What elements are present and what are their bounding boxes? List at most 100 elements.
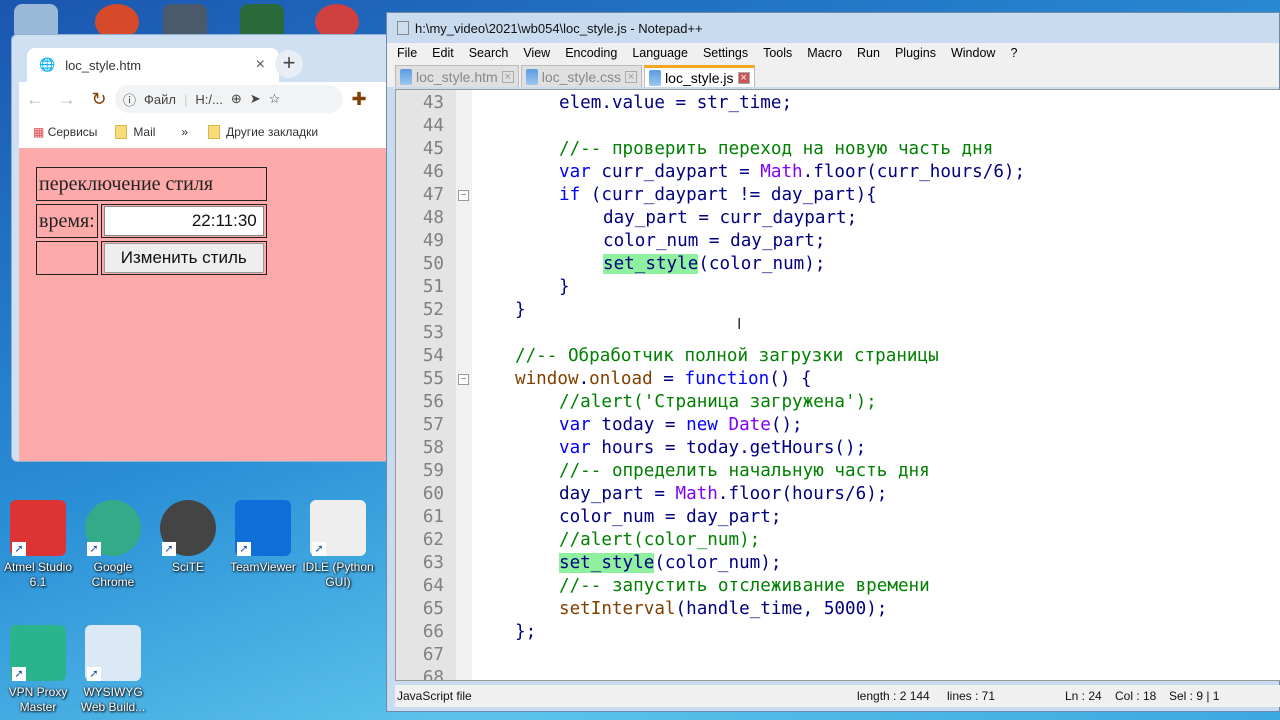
bookmark-other[interactable]: Другие закладки: [208, 125, 318, 140]
line-number: 65: [422, 599, 444, 619]
code-token: elem.value = str_time;: [559, 93, 793, 113]
code-token: .floor(hours/: [717, 484, 856, 504]
desktop-icon-label: IDLE (Python GUI): [302, 560, 374, 589]
line-number: 63: [422, 553, 444, 573]
file-tab[interactable]: loc_style.js ×: [644, 65, 755, 87]
bookmark-mail[interactable]: Mail: [115, 125, 155, 140]
tab-title: loc_style.htm: [65, 57, 142, 73]
menu-item[interactable]: Language: [632, 46, 688, 60]
menu-item[interactable]: ?: [1010, 46, 1017, 60]
globe-icon: 🌐: [39, 57, 56, 72]
bookmark-label: Другие закладки: [226, 124, 319, 139]
code-token: Math: [760, 162, 803, 182]
menu-item[interactable]: Search: [469, 46, 509, 60]
line-number: 60: [422, 484, 444, 504]
back-icon[interactable]: ←: [19, 89, 51, 110]
folder-icon: [208, 125, 221, 140]
file-tab[interactable]: loc_style.css ×: [520, 65, 643, 87]
menu-item[interactable]: Edit: [432, 46, 454, 60]
code-token: set_style: [603, 254, 699, 274]
code-line: 66};: [396, 621, 1276, 644]
shortcut-arrow-icon: ➚: [87, 667, 101, 681]
bookmark-apps[interactable]: ▦ Сервисы: [33, 125, 97, 139]
desktop-icon-label: WYSIWYG Web Build...: [80, 685, 146, 714]
menu-item[interactable]: Window: [951, 46, 995, 60]
bookmarks-overflow[interactable]: »: [181, 125, 188, 139]
fold-toggle-icon[interactable]: −: [458, 374, 469, 385]
fold-toggle-icon[interactable]: −: [458, 190, 469, 201]
new-tab-button[interactable]: +: [275, 50, 303, 78]
code-line: 63 set_style(color_num);: [396, 552, 1276, 575]
code-token: new: [686, 415, 718, 435]
desktop-icon[interactable]: ➚ SciTE: [150, 500, 226, 575]
close-tab-icon[interactable]: ×: [737, 71, 750, 84]
app-icon: ➚: [310, 500, 366, 556]
code-token: Date: [728, 415, 771, 435]
forward-icon[interactable]: →: [51, 89, 83, 110]
menu-item[interactable]: Encoding: [565, 46, 617, 60]
code-token: //-- Обработчик полной загрузки страницы: [515, 346, 939, 366]
text-cursor-icon: I: [737, 316, 742, 333]
star-icon[interactable]: ☆: [269, 91, 281, 107]
close-tab-icon[interactable]: ×: [256, 56, 265, 74]
code-token: day_part = curr_daypart;: [603, 208, 858, 228]
code-line: 58 var hours = today.getHours();: [396, 437, 1276, 460]
change-style-button[interactable]: Изменить стиль: [103, 243, 264, 273]
menu-item[interactable]: Run: [857, 46, 880, 60]
menu-item[interactable]: File: [397, 46, 417, 60]
line-number: 58: [422, 438, 444, 458]
menu-item[interactable]: Tools: [763, 46, 792, 60]
browser-toolbar: ← → ↻ ⓘ Файл | H:/... ⊕ ➤ ☆ ✚: [19, 82, 390, 116]
menu-item[interactable]: Macro: [807, 46, 842, 60]
code-line: 43 elem.value = str_time;: [396, 92, 1276, 115]
menu-item[interactable]: View: [523, 46, 550, 60]
time-input[interactable]: 22:11:30: [103, 206, 264, 236]
code-token: //-- проверить переход на новую часть дн…: [559, 139, 994, 159]
code-token: setInterval: [559, 599, 676, 619]
desktop-icon[interactable]: ➚ VPN Proxy Master: [0, 625, 76, 715]
chrome-window: 🌐 loc_style.htm × + ← → ↻ ⓘ Файл | H:/..…: [11, 34, 391, 462]
address-bar[interactable]: ⓘ Файл | H:/... ⊕ ➤ ☆: [115, 85, 343, 113]
desktop-icon[interactable]: ➚ IDLE (Python GUI): [300, 500, 376, 590]
close-tab-icon[interactable]: ×: [501, 70, 514, 83]
extensions-icon[interactable]: ✚: [343, 89, 375, 110]
line-number: 57: [422, 415, 444, 435]
code-line: 47 if (curr_daypart != day_part){: [396, 184, 1276, 207]
code-token: //alert('Страница загружена');: [559, 392, 877, 412]
menu-item[interactable]: Settings: [703, 46, 748, 60]
status-col: Col : 18: [1115, 689, 1157, 703]
url-text[interactable]: H:/...: [195, 92, 222, 107]
code-token: set_style: [559, 553, 655, 573]
code-editor[interactable]: 43 elem.value = str_time; 44 45 //-- провери…: [395, 89, 1280, 681]
zoom-icon[interactable]: ⊕: [231, 91, 242, 107]
line-number: 50: [422, 254, 444, 274]
desktop-icon[interactable]: ➚ Google Chrome: [75, 500, 151, 590]
code-line: 68: [396, 667, 1276, 680]
save-file-icon: [649, 69, 662, 86]
file-tab[interactable]: loc_style.htm ×: [395, 65, 519, 87]
code-line: 44: [396, 115, 1276, 138]
desktop-icon[interactable]: ➚ WYSIWYG Web Build...: [75, 625, 151, 715]
info-icon[interactable]: ⓘ: [123, 90, 136, 109]
code-token: };: [515, 622, 537, 642]
desktop-icon[interactable]: ➚ TeamViewer: [225, 500, 301, 575]
code-token: color_num = day_part;: [603, 231, 826, 251]
code-token: 6: [993, 162, 1004, 182]
shortcut-arrow-icon: ➚: [87, 542, 101, 556]
send-icon[interactable]: ➤: [250, 91, 261, 107]
menu-item[interactable]: Plugins: [895, 46, 936, 60]
status-length: length : 2 144: [857, 689, 930, 703]
code-line: 60 day_part = Math.floor(hours/6);: [396, 483, 1276, 506]
app-icon: ➚: [160, 500, 216, 556]
code-line: 48 day_part = curr_daypart;: [396, 207, 1276, 230]
line-number: 54: [422, 346, 444, 366]
close-tab-icon[interactable]: ×: [625, 70, 638, 83]
reload-icon[interactable]: ↻: [83, 89, 115, 110]
desktop-icon[interactable]: ➚ Atmel Studio 6.1: [0, 500, 76, 590]
status-lines: lines : 71: [947, 689, 996, 703]
code-token: hours = today.getHours();: [590, 438, 867, 458]
code-token: curr_daypart =: [590, 162, 761, 182]
code-token: (color_num);: [698, 254, 826, 274]
browser-tab[interactable]: 🌐 loc_style.htm ×: [27, 48, 279, 82]
